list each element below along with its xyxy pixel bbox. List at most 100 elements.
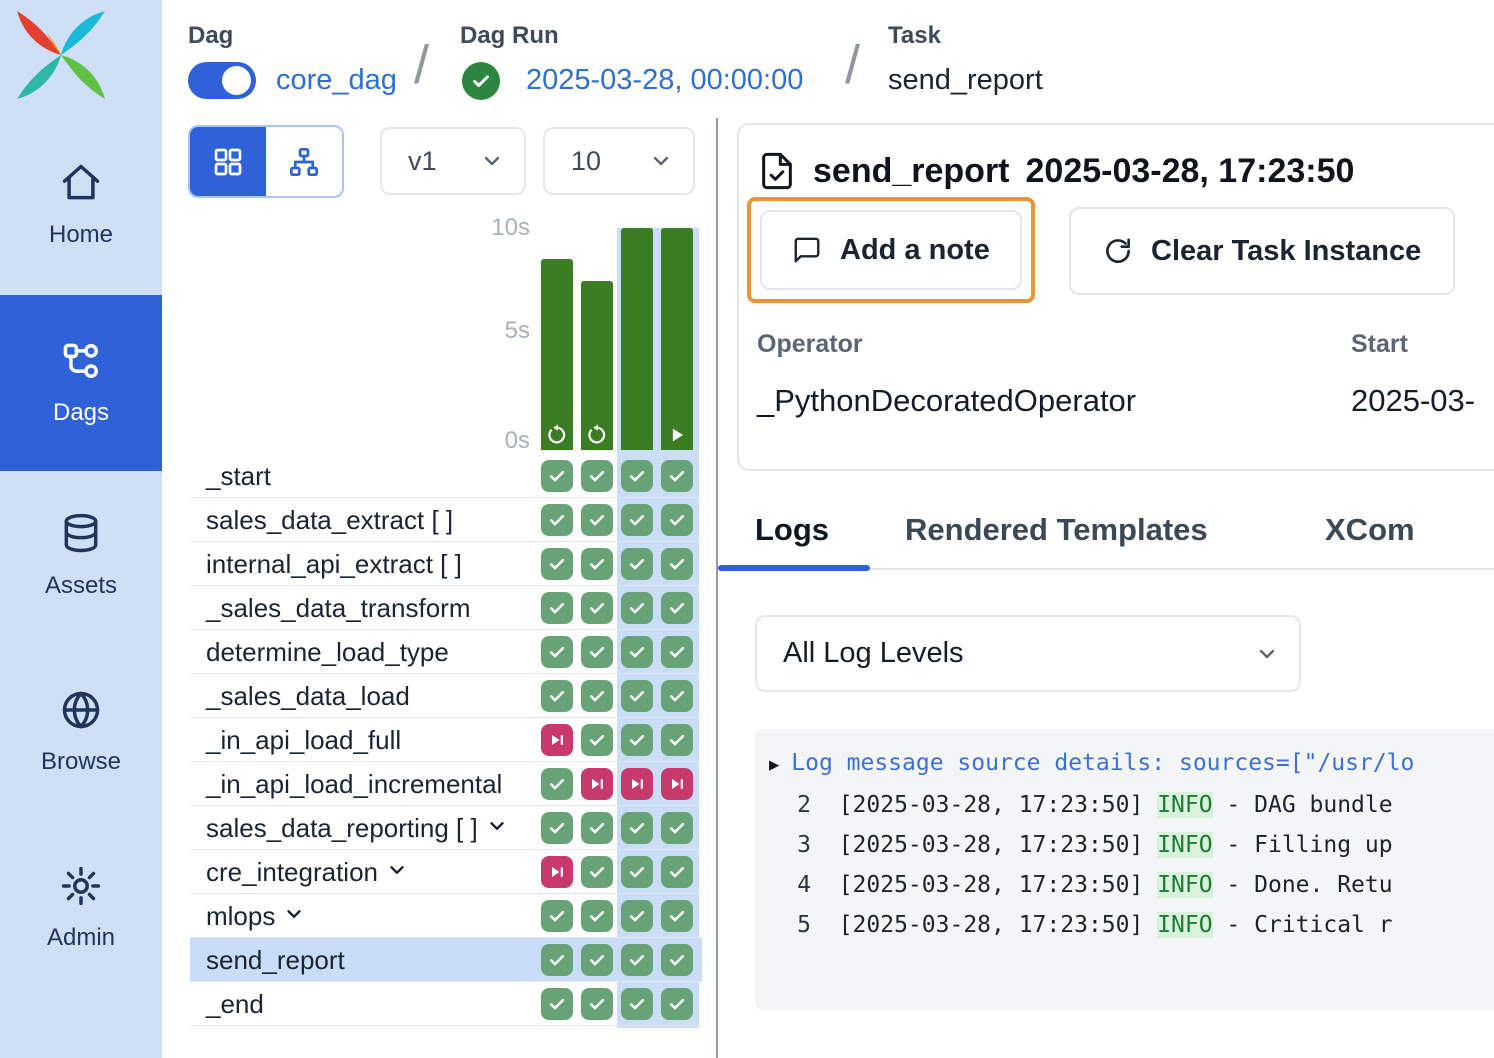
task-name[interactable]: internal_api_extract [ ]	[206, 542, 462, 586]
log-output[interactable]: ▶Log message source details: sources=["/…	[755, 729, 1494, 1011]
task-instance-success-square[interactable]	[581, 988, 613, 1020]
task-instance-success-square[interactable]	[661, 592, 693, 624]
task-instance-success-square[interactable]	[661, 636, 693, 668]
task-instance-success-square[interactable]	[541, 636, 573, 668]
task-instance-success-square[interactable]	[661, 504, 693, 536]
task-instance-skipped-square[interactable]	[581, 768, 613, 800]
task-instance-success-square[interactable]	[661, 856, 693, 888]
run-duration-bar[interactable]	[581, 281, 613, 450]
sidebar-item-assets[interactable]: Assets	[0, 488, 162, 624]
task-instance-success-square[interactable]	[621, 812, 653, 844]
run-duration-bar[interactable]	[661, 228, 693, 450]
task-name[interactable]: send_report	[206, 938, 345, 982]
task-row[interactable]: _sales_data_transform	[190, 586, 702, 630]
task-instance-success-square[interactable]	[621, 592, 653, 624]
task-instance-success-square[interactable]	[621, 900, 653, 932]
task-instance-success-square[interactable]	[661, 944, 693, 976]
log-level-select[interactable]: All Log Levels	[755, 615, 1301, 692]
task-instance-success-square[interactable]	[621, 504, 653, 536]
task-instance-success-square[interactable]	[661, 900, 693, 932]
task-instance-success-square[interactable]	[581, 900, 613, 932]
task-row[interactable]: internal_api_extract [ ]	[190, 542, 702, 586]
task-instance-success-square[interactable]	[621, 856, 653, 888]
task-name[interactable]: sales_data_extract [ ]	[206, 498, 453, 542]
task-instance-skipped-square[interactable]	[661, 768, 693, 800]
task-instance-success-square[interactable]	[581, 636, 613, 668]
task-instance-success-square[interactable]	[541, 592, 573, 624]
run-limit-select[interactable]: 10	[543, 127, 695, 195]
dag-run-date-link[interactable]: 2025-03-28, 00:00:00	[526, 64, 803, 97]
sidebar-item-browse[interactable]: Browse	[0, 664, 162, 800]
task-row[interactable]: _sales_data_load	[190, 674, 702, 718]
task-name[interactable]: _sales_data_load	[206, 674, 410, 718]
task-instance-success-square[interactable]	[661, 548, 693, 580]
grid-view-button[interactable]	[190, 127, 266, 196]
sidebar-item-dags[interactable]: Dags	[0, 295, 162, 471]
dag-version-select[interactable]: v1	[380, 127, 526, 195]
task-instance-success-square[interactable]	[581, 856, 613, 888]
panel-divider[interactable]	[716, 118, 718, 1058]
task-instance-success-square[interactable]	[541, 680, 573, 712]
task-instance-success-square[interactable]	[541, 944, 573, 976]
task-row[interactable]: determine_load_type	[190, 630, 702, 674]
chevron-down-icon[interactable]	[486, 813, 508, 844]
task-instance-success-square[interactable]	[581, 504, 613, 536]
add-note-button[interactable]: Add a note	[760, 210, 1022, 290]
expand-triangle-icon[interactable]: ▶	[769, 755, 779, 775]
task-instance-success-square[interactable]	[621, 724, 653, 756]
task-instance-skipped-square[interactable]	[621, 768, 653, 800]
task-row[interactable]: _in_api_load_full	[190, 718, 702, 762]
graph-view-button[interactable]	[266, 127, 342, 196]
clear-task-instance-button[interactable]: Clear Task Instance	[1069, 207, 1455, 295]
task-instance-success-square[interactable]	[661, 460, 693, 492]
task-instance-success-square[interactable]	[621, 944, 653, 976]
task-name[interactable]: _sales_data_transform	[206, 586, 470, 630]
task-instance-skipped-square[interactable]	[541, 724, 573, 756]
task-instance-success-square[interactable]	[661, 812, 693, 844]
task-instance-success-square[interactable]	[541, 900, 573, 932]
task-instance-success-square[interactable]	[581, 812, 613, 844]
task-instance-success-square[interactable]	[541, 548, 573, 580]
task-instance-success-square[interactable]	[541, 504, 573, 536]
sidebar-item-admin[interactable]: Admin	[0, 840, 162, 976]
task-instance-success-square[interactable]	[541, 460, 573, 492]
task-instance-success-square[interactable]	[581, 724, 613, 756]
task-row[interactable]: _in_api_load_incremental	[190, 762, 702, 806]
task-row[interactable]: send_report	[190, 938, 702, 982]
sidebar-item-home[interactable]: Home	[0, 142, 162, 267]
task-name[interactable]: _start	[206, 454, 271, 498]
task-instance-success-square[interactable]	[581, 944, 613, 976]
task-instance-success-square[interactable]	[541, 812, 573, 844]
task-name[interactable]: sales_data_reporting [ ]	[206, 806, 508, 850]
task-instance-success-square[interactable]	[621, 548, 653, 580]
task-instance-success-square[interactable]	[581, 460, 613, 492]
tab-xcom[interactable]: XCom	[1325, 512, 1415, 548]
chevron-down-icon[interactable]	[283, 901, 305, 932]
tab-logs[interactable]: Logs	[755, 512, 829, 548]
task-name[interactable]: determine_load_type	[206, 630, 449, 674]
task-row[interactable]: mlops	[190, 894, 702, 938]
task-name[interactable]: _end	[206, 982, 264, 1026]
task-instance-success-square[interactable]	[661, 988, 693, 1020]
task-name[interactable]: mlops	[206, 894, 305, 938]
task-instance-success-square[interactable]	[621, 636, 653, 668]
run-duration-bar[interactable]	[621, 228, 653, 450]
task-row[interactable]: sales_data_reporting [ ]	[190, 806, 702, 850]
task-row[interactable]: cre_integration	[190, 850, 702, 894]
task-row[interactable]: _end	[190, 982, 702, 1026]
task-row[interactable]: sales_data_extract [ ]	[190, 498, 702, 542]
task-instance-success-square[interactable]	[581, 680, 613, 712]
dag-name-link[interactable]: core_dag	[276, 64, 397, 97]
tab-rendered-templates[interactable]: Rendered Templates	[905, 512, 1208, 548]
task-instance-success-square[interactable]	[581, 592, 613, 624]
task-instance-success-square[interactable]	[621, 988, 653, 1020]
chevron-down-icon[interactable]	[386, 857, 408, 888]
airflow-logo[interactable]	[10, 4, 112, 106]
task-instance-success-square[interactable]	[661, 680, 693, 712]
task-instance-success-square[interactable]	[621, 680, 653, 712]
task-instance-success-square[interactable]	[541, 768, 573, 800]
dag-pause-toggle[interactable]	[188, 62, 256, 99]
task-instance-success-square[interactable]	[661, 724, 693, 756]
task-name[interactable]: _in_api_load_full	[206, 718, 401, 762]
task-name[interactable]: cre_integration	[206, 850, 408, 894]
